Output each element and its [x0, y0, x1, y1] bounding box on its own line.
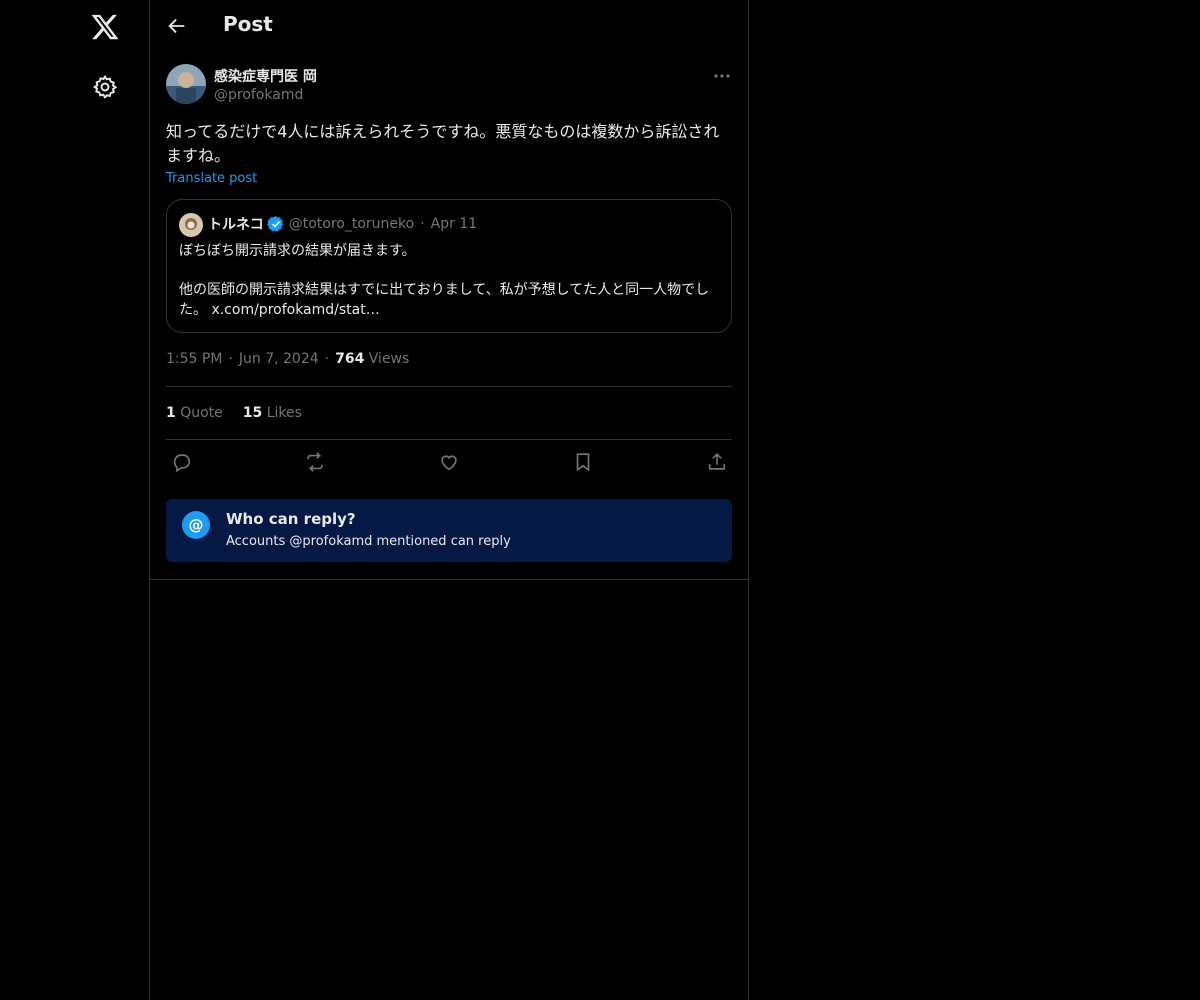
at-icon: @ [182, 511, 210, 539]
quotes-label: Quote [180, 405, 223, 421]
quoted-meta: トルネコ @totoro_toruneko · Apr 11 [208, 214, 477, 234]
main-column: Post 感染症専門医 岡 @profokamd 知ってるだけで4人には訴えられ… [149, 0, 749, 1000]
quotes-count: 1 [166, 405, 176, 421]
separator-dot: · [420, 216, 425, 232]
heart-icon[interactable] [438, 451, 460, 473]
left-rail [0, 0, 150, 1000]
views-count: 764 [335, 351, 365, 367]
verified-badge-icon [266, 216, 283, 232]
quoted-text-line: 他の医師の開示請求結果はすでに出ておりまして、私が予想してた人と同一人物でした。… [179, 282, 710, 318]
views-label: Views [368, 351, 410, 367]
action-bar [166, 451, 732, 477]
more-horizontal-icon[interactable] [712, 68, 732, 84]
reply-restriction-subtitle: Accounts @profokamd mentioned can reply [226, 534, 511, 549]
page-title: Post [223, 12, 273, 36]
post-meta: 1:55 PM · Jun 7, 2024 · 764 Views [166, 351, 410, 367]
likes-stat[interactable]: 15 Likes [243, 405, 302, 421]
quoted-avatar [179, 213, 203, 237]
avatar[interactable] [166, 64, 206, 104]
post-date[interactable]: Jun 7, 2024 [239, 351, 319, 367]
quoted-text-line: ぼちぼち開示請求の結果が届きます。 [179, 243, 416, 259]
reply-icon[interactable] [171, 451, 193, 473]
quotes-stat[interactable]: 1 Quote [166, 405, 223, 421]
reply-restriction-notice: @ Who can reply? Accounts @profokamd men… [166, 499, 732, 562]
author-name[interactable]: 感染症専門医 岡 [214, 66, 317, 86]
likes-label: Likes [266, 405, 302, 421]
quoted-post[interactable]: トルネコ @totoro_toruneko · Apr 11 ぼちぼち開示請求の… [166, 199, 732, 333]
x-logo-icon[interactable] [90, 12, 120, 42]
divider [166, 439, 732, 440]
arrow-left-icon[interactable] [166, 15, 188, 37]
likes-count: 15 [242, 405, 263, 421]
reply-restriction-title: Who can reply? [226, 510, 356, 528]
translate-post-link[interactable]: Translate post [166, 171, 257, 186]
post-time[interactable]: 1:55 PM [166, 351, 222, 367]
gear-icon[interactable] [92, 74, 118, 100]
quoted-author-name: トルネコ [208, 217, 264, 233]
share-icon[interactable] [706, 451, 728, 473]
divider [150, 579, 748, 580]
quoted-date: Apr 11 [430, 216, 478, 232]
divider [166, 386, 732, 387]
engagement-stats: 1 Quote 15 Likes [166, 405, 302, 421]
post-text: 知ってるだけで4人には訴えられそうですね。悪質なものは複数から訴訟されますね。 [166, 122, 720, 165]
bookmark-icon[interactable] [572, 451, 594, 473]
quoted-author-handle: @totoro_toruneko [288, 216, 415, 232]
repost-icon[interactable] [304, 451, 326, 473]
author-handle[interactable]: @profokamd [214, 87, 303, 103]
header: Post [150, 0, 748, 54]
